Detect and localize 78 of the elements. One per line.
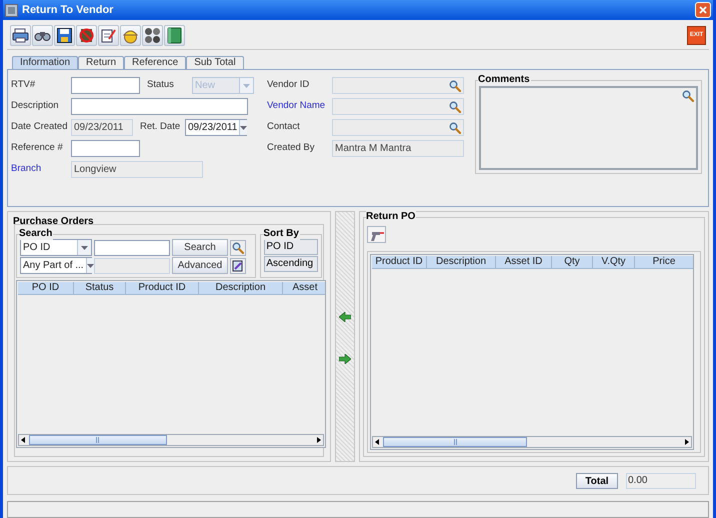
column-header[interactable]: Asset bbox=[283, 282, 325, 295]
field-label: Created By bbox=[267, 141, 316, 156]
field-label: Contact bbox=[267, 120, 301, 134]
push-button[interactable]: Search bbox=[172, 239, 228, 256]
dropdown-arrow-icon bbox=[243, 84, 250, 88]
move-left-button[interactable] bbox=[338, 310, 352, 324]
search-field[interactable] bbox=[94, 240, 170, 256]
column-header[interactable]: Price bbox=[635, 256, 693, 269]
dropdown-arrow-icon bbox=[240, 126, 248, 130]
read-only-field: Mantra M Mantra bbox=[332, 140, 464, 157]
floppy-disk-icon[interactable] bbox=[54, 24, 75, 46]
close-icon bbox=[699, 6, 707, 14]
window-title: Return To Vendor bbox=[22, 2, 114, 18]
field-label: Reference # bbox=[11, 141, 64, 156]
column-header[interactable]: PO ID bbox=[18, 282, 74, 295]
tab[interactable]: Reference bbox=[124, 56, 186, 69]
lookup-field[interactable] bbox=[332, 77, 464, 94]
column-header[interactable]: Product ID bbox=[372, 256, 427, 269]
column-header[interactable]: Description bbox=[199, 282, 283, 295]
lookup-field[interactable] bbox=[332, 119, 464, 136]
scanner-button[interactable] bbox=[367, 226, 386, 243]
column-header[interactable]: Asset ID bbox=[496, 256, 552, 269]
right-arrow-icon bbox=[339, 354, 351, 364]
horizontal-scrollbar[interactable] bbox=[372, 436, 692, 448]
horizontal-scrollbar[interactable] bbox=[18, 434, 324, 446]
field-label: Description bbox=[11, 99, 60, 114]
comments-field[interactable] bbox=[479, 86, 698, 170]
column-header[interactable]: Description bbox=[427, 256, 496, 269]
search-icon[interactable] bbox=[449, 122, 461, 134]
move-right-button[interactable] bbox=[338, 352, 352, 366]
column-header[interactable]: V.Qty bbox=[593, 256, 635, 269]
column-header[interactable]: Product ID bbox=[126, 282, 199, 295]
sort-order[interactable]: Ascending bbox=[264, 256, 318, 272]
column-header[interactable]: Qty bbox=[552, 256, 593, 269]
combo-box[interactable]: PO ID bbox=[20, 239, 92, 256]
app-icon bbox=[5, 4, 18, 16]
column-header[interactable]: Status bbox=[74, 282, 126, 295]
read-only-field: Longview bbox=[71, 161, 203, 178]
search-icon[interactable] bbox=[449, 80, 461, 92]
search-icon[interactable] bbox=[682, 90, 694, 102]
field-label: Date Created bbox=[11, 120, 69, 134]
prohibited-sign-icon[interactable] bbox=[76, 24, 97, 46]
close-button[interactable] bbox=[695, 2, 711, 18]
splitter[interactable] bbox=[335, 211, 355, 462]
panel-title: Purchase Orders bbox=[13, 215, 94, 228]
push-button[interactable]: Advanced bbox=[172, 257, 228, 274]
tab[interactable]: Return bbox=[78, 56, 124, 69]
tab[interactable]: Sub Total bbox=[186, 56, 244, 69]
group-title: Sort By bbox=[263, 228, 300, 240]
combo-box[interactable]: Any Part of ... bbox=[20, 257, 92, 274]
binoculars-icon[interactable] bbox=[32, 24, 53, 46]
advanced-search-button[interactable] bbox=[230, 258, 246, 274]
field-label: Branch bbox=[11, 162, 42, 176]
text-field[interactable] bbox=[71, 140, 140, 157]
text-field[interactable] bbox=[71, 77, 140, 94]
hardhat-icon[interactable] bbox=[120, 24, 141, 46]
field-label: Ret. Date bbox=[140, 120, 182, 134]
text-field[interactable] bbox=[71, 98, 248, 115]
notepad-pencil-icon[interactable] bbox=[98, 24, 119, 46]
total-button[interactable]: Total bbox=[576, 472, 618, 488]
left-arrow-icon bbox=[339, 312, 351, 322]
field-label: Vendor ID bbox=[267, 78, 310, 92]
field-label: Vendor Name bbox=[267, 99, 326, 114]
tab[interactable]: Information bbox=[12, 56, 78, 69]
field-label: Status bbox=[147, 78, 175, 92]
search-icon[interactable] bbox=[449, 100, 461, 112]
combo-box[interactable]: 09/23/2011 bbox=[185, 119, 247, 136]
field-label: RTV# bbox=[11, 78, 36, 92]
read-only-field: 09/23/2011 bbox=[71, 119, 133, 136]
group-title: Search bbox=[19, 228, 54, 240]
lookup-field[interactable] bbox=[332, 98, 464, 115]
book-icon[interactable] bbox=[164, 24, 185, 46]
dropdown-arrow-icon bbox=[81, 246, 88, 250]
spheres-icon[interactable] bbox=[142, 24, 163, 46]
printer-icon[interactable] bbox=[10, 24, 31, 46]
sort-field[interactable]: PO ID bbox=[264, 239, 318, 255]
total-field: 0.00 bbox=[626, 472, 696, 488]
dropdown-arrow-icon bbox=[86, 264, 94, 268]
